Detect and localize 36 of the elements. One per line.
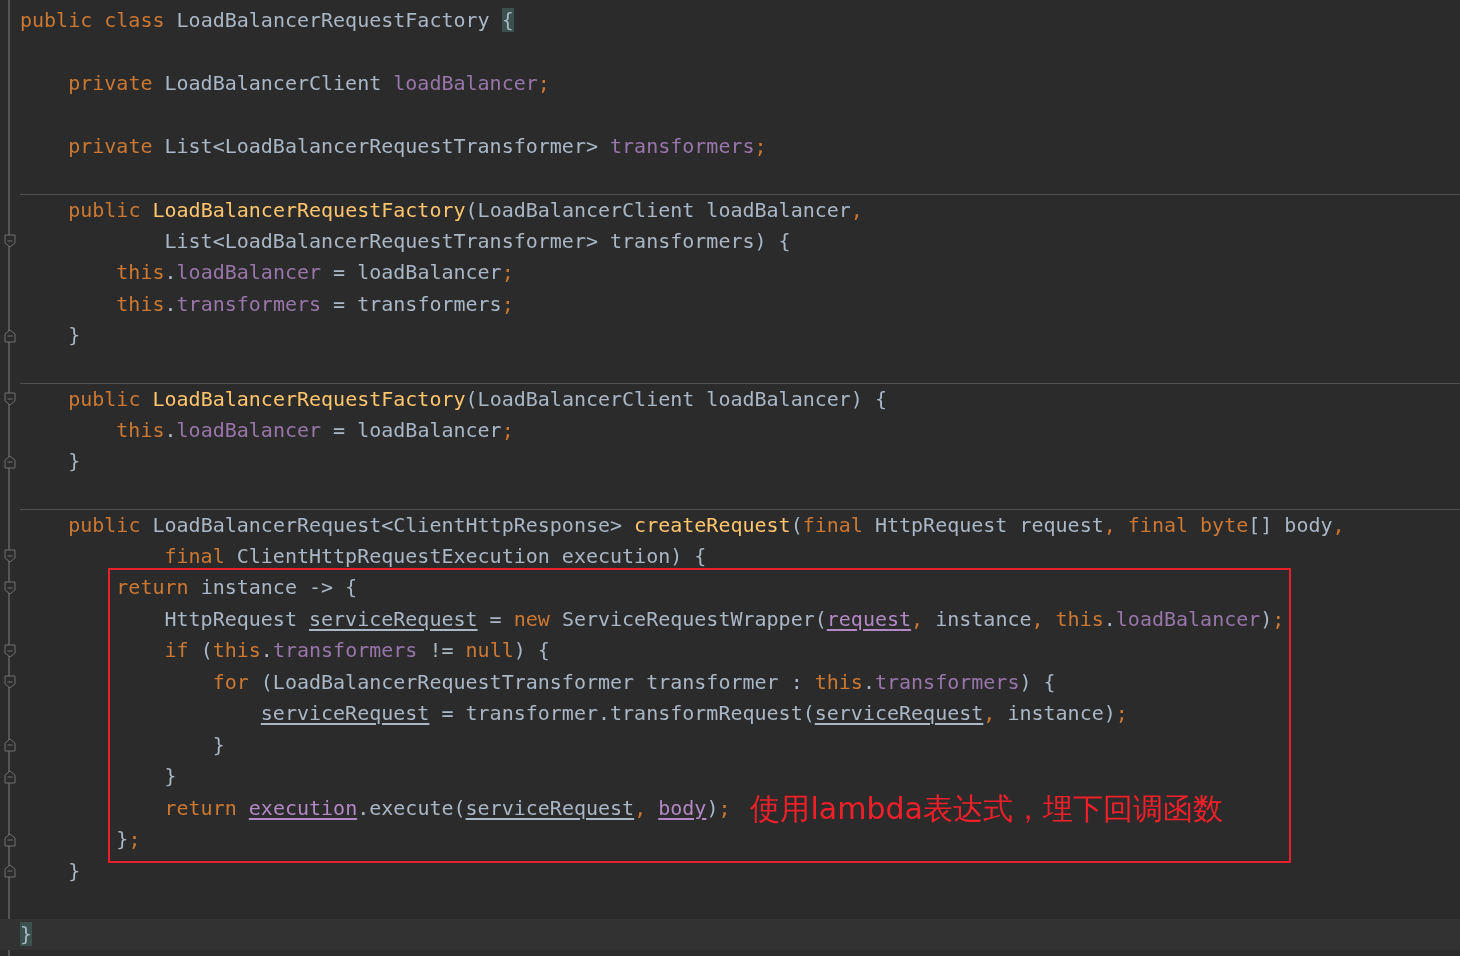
fold-end-icon[interactable] <box>4 454 16 469</box>
code-line: if (this.transformers != null) { <box>164 637 550 664</box>
code-line: }; <box>116 826 141 853</box>
code-line: this.loadBalancer = loadBalancer; <box>116 416 514 444</box>
fold-collapse-icon[interactable] <box>4 643 16 658</box>
code-line: return execution.execute(serviceRequest, body); <box>164 794 731 822</box>
code-line: public class LoadBalancerRequestFactory { <box>20 7 514 34</box>
code-line: serviceRequest = transformer.transformRequest(serviceRequest, instance); <box>260 700 1128 727</box>
code-line: private LoadBalancerClient loadBalancer; <box>68 70 550 97</box>
fold-end-icon[interactable] <box>4 328 16 343</box>
fold-end-icon[interactable] <box>4 832 16 847</box>
code-line: HttpRequest serviceRequest = new ServiceRequestWrapper(request, instance, this.loadBalancer); <box>164 605 1285 633</box>
code-line: public LoadBalancerRequestFactory(LoadBalancerClient loadBalancer) { <box>68 385 887 413</box>
fold-collapse-icon[interactable] <box>4 549 16 564</box>
fold-collapse-icon[interactable] <box>4 391 16 406</box>
code-line: } <box>68 857 81 885</box>
code-line: final ClientHttpRequestExecution execution) { <box>164 542 707 570</box>
code-line: List<LoadBalancerRequestTransformer> transformers) { <box>164 227 791 255</box>
fold-collapse-icon[interactable] <box>4 580 16 595</box>
code-line: for (LoadBalancerRequestTransformer transformer : this.transformers) { <box>212 668 1056 696</box>
code-line: private List<LoadBalancerRequestTransformer> transformers; <box>68 133 767 160</box>
code-line: } <box>68 448 81 475</box>
code-line: } <box>68 322 81 349</box>
annotation-text: 使用lambda表达式，埋下回调函数 <box>750 792 1223 824</box>
fold-end-icon[interactable] <box>4 864 16 879</box>
fold-end-icon[interactable] <box>4 769 16 784</box>
fold-collapse-icon[interactable] <box>4 234 16 249</box>
code-line: public LoadBalancerRequestFactory(LoadBalancerClient loadBalancer, <box>68 196 863 224</box>
fold-collapse-icon[interactable] <box>4 675 16 690</box>
code-line: this.transformers = transformers; <box>116 290 514 318</box>
fold-end-icon[interactable] <box>4 738 16 753</box>
code-line: } <box>212 731 225 759</box>
code-line: this.loadBalancer = loadBalancer; <box>116 259 514 286</box>
code-line: return instance -> { <box>116 574 358 601</box>
code-line: } <box>164 763 177 790</box>
code-line: public LoadBalancerRequest<ClientHttpResponse> createRequest(final HttpRequest request, final byte[] body, <box>68 511 1345 539</box>
